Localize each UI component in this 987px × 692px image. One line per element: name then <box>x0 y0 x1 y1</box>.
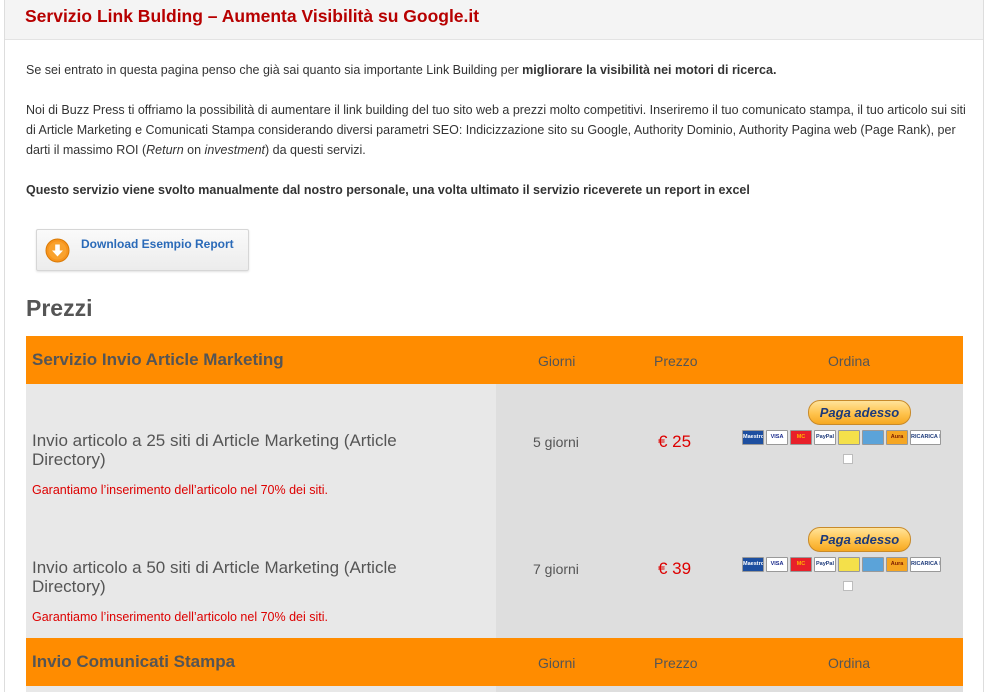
column-header-price: Prezzo <box>654 353 698 369</box>
mastercard-card-icon: MC <box>790 430 812 445</box>
row-left-cell <box>26 686 496 692</box>
ricarica-paypal-card-icon: RICARICA PAYPAL <box>910 557 941 572</box>
intro-emphasis: migliorare la visibilità nei motori di r… <box>522 63 777 77</box>
table-row: Invio articolo a 25 siti di Article Mark… <box>26 384 963 511</box>
amex-card-icon <box>862 557 884 572</box>
product-days: 7 giorni <box>533 561 579 577</box>
product-price: € 39 <box>658 559 692 578</box>
pricing-heading: Prezzi <box>26 295 93 321</box>
product-name: Invio articolo a 50 siti di Article Mark… <box>32 558 397 596</box>
table-row: Invio articolo a 50 siti di Article Mark… <box>26 511 963 638</box>
column-header-order: Ordina <box>828 655 871 671</box>
mastercard-card-icon: MC <box>790 557 812 572</box>
section-header-article-marketing: Servizio Invio Article Marketing Giorni … <box>26 336 963 384</box>
table-row <box>26 686 963 692</box>
section-title: Servizio Invio Article Marketing <box>32 350 284 369</box>
download-report-button[interactable]: Download Esempio Report <box>36 229 249 271</box>
ricarica-paypal-card-icon: RICARICA PAYPAL <box>910 430 941 445</box>
intro-paragraph-1: Se sei entrato in questa pagina penso ch… <box>26 60 966 80</box>
paypal-tracking-pixel <box>843 454 853 464</box>
pay-now-button[interactable]: Paga adesso <box>808 400 911 425</box>
column-header-price: Prezzo <box>654 655 698 671</box>
intro-text: Se sei entrato in questa pagina penso ch… <box>26 63 523 77</box>
payment-cards: Maestro VISA MC PayPal Aura RICARICA PAY… <box>742 557 952 573</box>
product-guarantee-note: Garantiamo l’inserimento dell’articolo n… <box>32 483 328 497</box>
intro-paragraph-2: Noi di Buzz Press ti offriamo la possibi… <box>26 100 966 160</box>
product-guarantee-note: Garantiamo l’inserimento dell’articolo n… <box>32 610 328 624</box>
title-bar: Servizio Link Bulding – Aumenta Visibili… <box>5 0 983 40</box>
visa-card-icon: VISA <box>766 557 788 572</box>
content-frame: Servizio Link Bulding – Aumenta Visibili… <box>4 0 984 692</box>
postepay-card-icon <box>838 557 860 572</box>
row-right-cell <box>496 686 963 692</box>
product-days: 5 giorni <box>533 434 579 450</box>
product-price: € 25 <box>658 432 692 451</box>
intro-italic: investment <box>204 143 265 157</box>
amex-card-icon <box>862 430 884 445</box>
intro-italic: Return <box>146 143 184 157</box>
pay-now-button[interactable]: Paga adesso <box>808 527 911 552</box>
section-header-press-releases: Invio Comunicati Stampa Giorni Prezzo Or… <box>26 638 963 686</box>
column-header-days: Giorni <box>538 353 576 369</box>
paypal-tracking-pixel <box>843 581 853 591</box>
aura-card-icon: Aura <box>886 430 908 445</box>
aura-card-icon: Aura <box>886 557 908 572</box>
download-report-label: Download Esempio Report <box>81 237 234 251</box>
maestro-card-icon: Maestro <box>742 430 764 445</box>
pricing-table: Servizio Invio Article Marketing Giorni … <box>26 336 963 692</box>
paypal-card-icon: PayPal <box>814 557 836 572</box>
page-title: Servizio Link Bulding – Aumenta Visibili… <box>25 6 480 26</box>
section-title: Invio Comunicati Stampa <box>32 652 236 671</box>
postepay-card-icon <box>838 430 860 445</box>
intro-text: on <box>183 143 205 157</box>
intro-paragraph-3: Questo servizio viene svolto manualmente… <box>26 183 750 197</box>
product-name: Invio articolo a 25 siti di Article Mark… <box>32 431 397 469</box>
paypal-card-icon: PayPal <box>814 430 836 445</box>
maestro-card-icon: Maestro <box>742 557 764 572</box>
visa-card-icon: VISA <box>766 430 788 445</box>
intro-text: ) da questi servizi. <box>265 143 366 157</box>
payment-cards: Maestro VISA MC PayPal Aura RICARICA PAY… <box>742 430 952 446</box>
column-header-days: Giorni <box>538 655 576 671</box>
column-header-order: Ordina <box>828 353 871 369</box>
download-arrow-icon <box>45 238 70 263</box>
